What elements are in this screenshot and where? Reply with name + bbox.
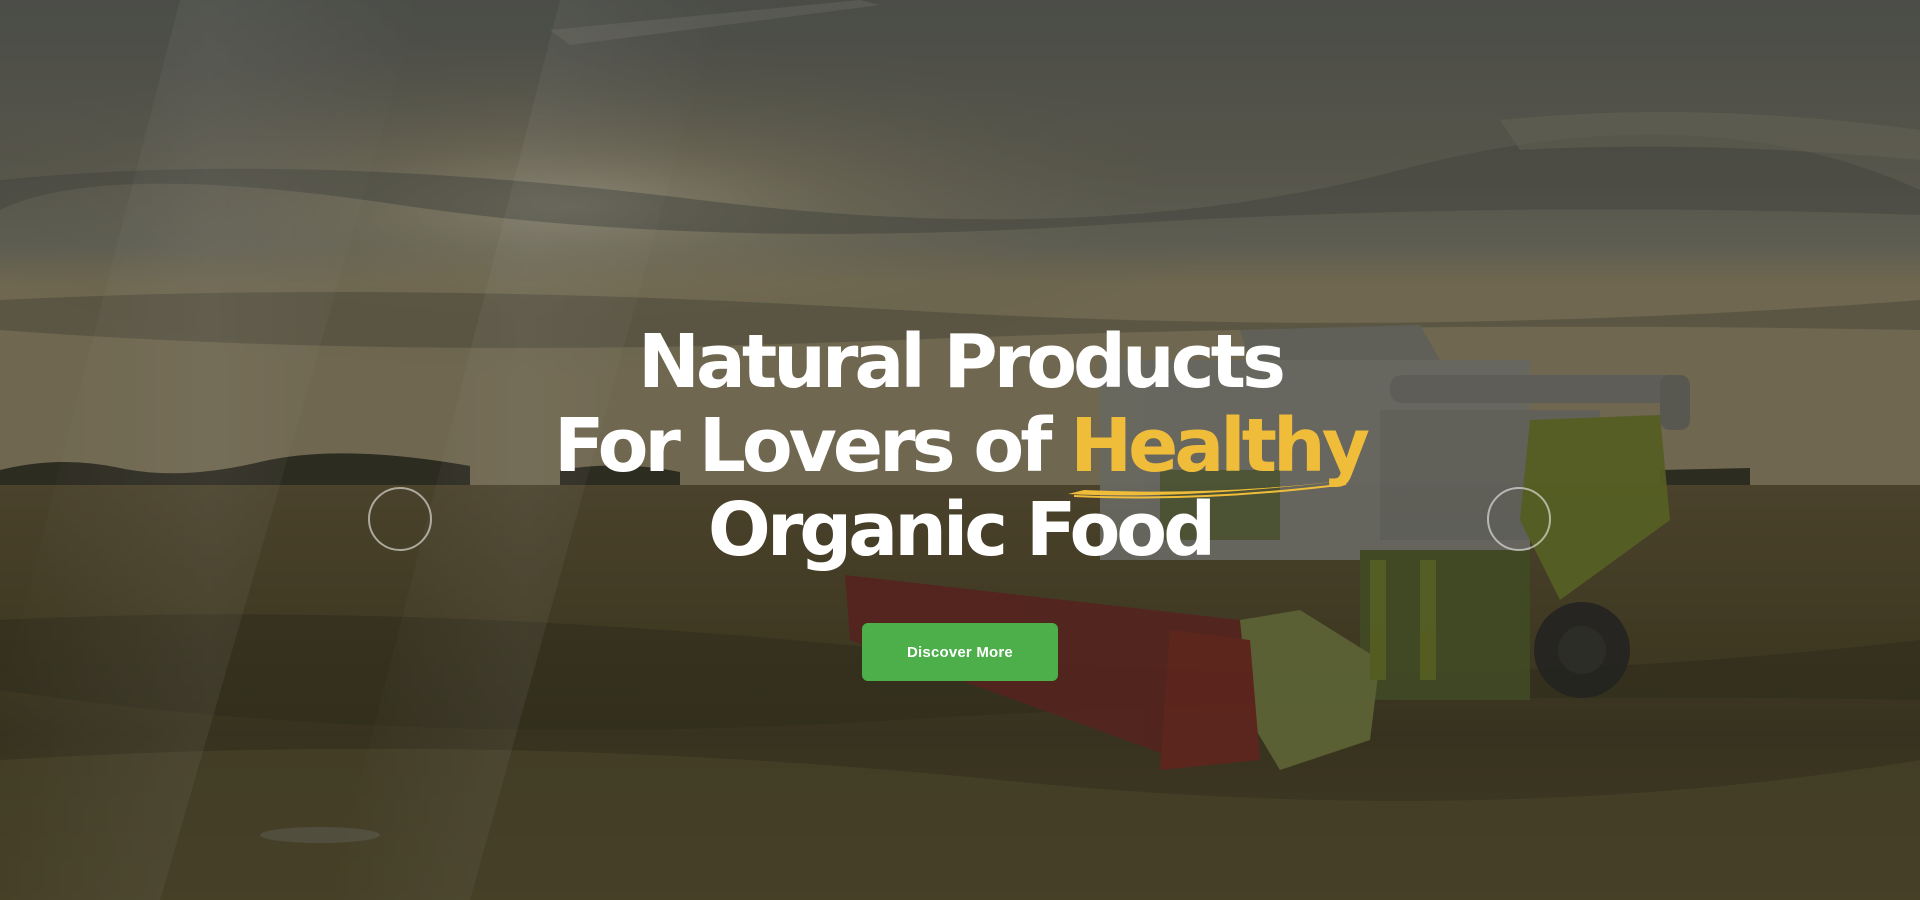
hero-headline: Natural Products For Lovers of Healthy O… xyxy=(0,320,1920,572)
hero-section: Natural Products For Lovers of Healthy O… xyxy=(0,0,1920,900)
headline-line-3: Organic Food xyxy=(707,487,1216,573)
discover-more-button[interactable]: Discover More xyxy=(862,623,1058,681)
brush-underline-icon xyxy=(1068,480,1351,499)
headline-line-2-prefix: For Lovers of xyxy=(554,403,1071,489)
headline-line-1: Natural Products xyxy=(638,319,1286,405)
headline-line-2: For Lovers of Healthy xyxy=(0,403,1920,499)
headline-highlight: Healthy xyxy=(1068,404,1370,499)
